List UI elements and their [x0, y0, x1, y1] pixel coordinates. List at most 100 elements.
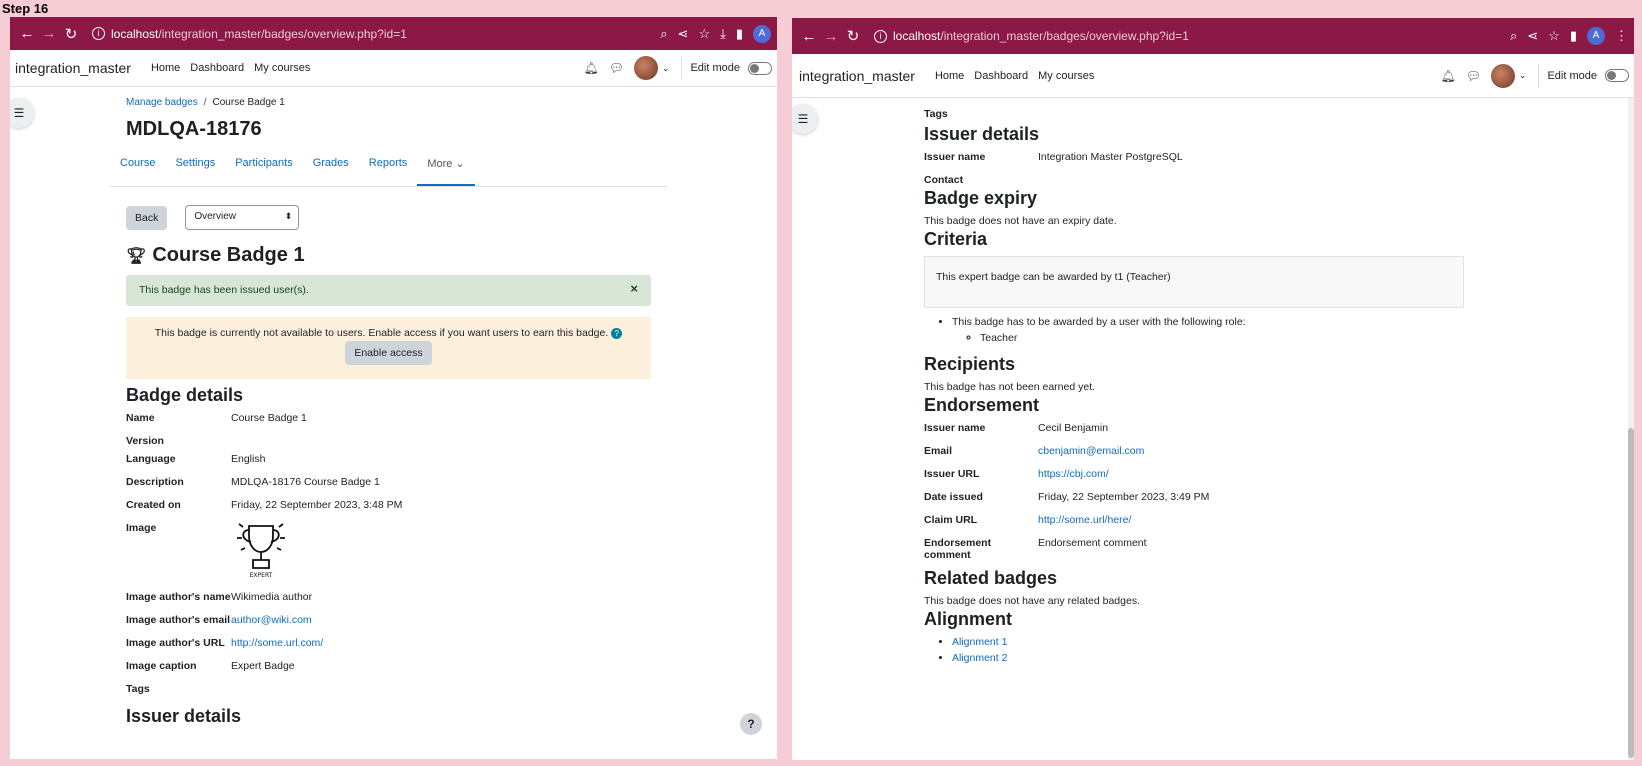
detail-link[interactable]: http://some.url.com/	[231, 637, 323, 649]
detail-link[interactable]: cbenjamin@email.com	[1038, 445, 1144, 457]
messages-icon[interactable]: 💬︎	[609, 61, 624, 75]
site-info-icon[interactable]: i	[874, 29, 887, 43]
detail-row-contact: Contact	[924, 174, 1494, 186]
detail-row-image: Image EXPERT	[126, 522, 651, 580]
share-icon[interactable]: ⋖	[678, 26, 689, 42]
nav-home[interactable]: Home	[151, 62, 180, 74]
reload-icon[interactable]: ↻	[60, 25, 82, 43]
tab-participants[interactable]: Participants	[225, 157, 302, 186]
help-button[interactable]: ?	[740, 713, 762, 735]
detail-value: Wikimedia author	[231, 591, 313, 603]
site-name[interactable]: integration_master	[15, 60, 131, 76]
bookmark-star-icon[interactable]: ☆	[698, 26, 710, 42]
badge-image: EXPERT	[237, 523, 285, 579]
alignment-heading: Alignment	[924, 609, 1012, 629]
chevron-down-icon[interactable]: ⌄	[662, 63, 670, 74]
forward-arrow-icon[interactable]: →	[820, 28, 842, 45]
back-arrow-icon[interactable]: ←	[798, 28, 820, 45]
enable-access-button[interactable]: Enable access	[345, 341, 432, 365]
notification-bell-icon[interactable]: 🔔︎	[1440, 69, 1455, 83]
download-icon[interactable]: ⤓	[720, 26, 726, 42]
expiry-text: This badge does not have an expiry date.	[924, 215, 1117, 227]
alignment-list: Alignment 1 Alignment 2	[924, 636, 1494, 664]
address-bar[interactable]: i localhost/integration_master/badges/ov…	[92, 27, 660, 41]
detail-row: Image author's email author@wiki.com	[126, 614, 651, 626]
forward-arrow-icon[interactable]: →	[38, 25, 60, 42]
breadcrumb-manage-badges[interactable]: Manage badges	[126, 97, 198, 108]
recipients-heading: Recipients	[924, 354, 1016, 374]
kebab-menu-icon[interactable]: ⋮	[1615, 28, 1628, 44]
detail-value: Friday, 22 September 2023, 3:48 PM	[231, 499, 403, 511]
detail-value: Integration Master PostgreSQL	[1038, 151, 1183, 163]
detail-key: Image author's URL	[126, 637, 225, 649]
detail-row: Endorsement comment Endorsement comment	[924, 537, 1494, 561]
messages-icon[interactable]: 💬︎	[1466, 69, 1481, 83]
reload-icon[interactable]: ↻	[842, 27, 864, 45]
list-icon: ☰	[13, 106, 25, 120]
course-tabs: Course Settings Participants Grades Repo…	[110, 157, 667, 187]
step-label: Step 16	[2, 1, 49, 16]
nav-my-courses[interactable]: My courses	[254, 62, 310, 74]
detail-key: Endorsement comment	[924, 537, 992, 561]
detail-row: Created on Friday, 22 September 2023, 3:4…	[126, 499, 651, 511]
detail-link[interactable]: https://cbj.com/	[1038, 468, 1109, 480]
course-index-drawer-toggle[interactable]: ☰	[10, 98, 34, 128]
user-avatar[interactable]	[633, 56, 658, 80]
image-details-list: Image author's name Wikimedia author Image…	[126, 591, 651, 672]
detail-link[interactable]: http://some.url/here/	[1038, 514, 1131, 526]
edit-mode-toggle[interactable]	[748, 61, 772, 75]
address-bar[interactable]: i localhost/integration_master/badges/ov…	[874, 29, 1510, 43]
breadcrumb: Manage badges / Course Badge 1	[126, 97, 285, 108]
back-arrow-icon[interactable]: ←	[16, 25, 38, 42]
help-icon[interactable]: ?	[611, 328, 623, 339]
nav-my-courses[interactable]: My courses	[1038, 70, 1094, 82]
tab-settings[interactable]: Settings	[165, 157, 225, 186]
endorsement-list: Issuer name Cecil Benjamin Email cbenjamin@…	[924, 422, 1494, 561]
chevron-down-icon[interactable]: ⌄	[1519, 70, 1527, 81]
detail-key: Issuer name	[924, 422, 986, 434]
profile-avatar[interactable]: A	[753, 24, 771, 43]
notification-bell-icon[interactable]: 🔔︎	[583, 61, 598, 75]
nav-dashboard[interactable]: Dashboard	[190, 62, 244, 74]
scrollbar-thumb[interactable]	[1628, 428, 1634, 758]
moodle-navbar: integration_master Home Dashboard My cou…	[10, 50, 777, 87]
zoom-icon[interactable]: ⌕	[1510, 28, 1517, 44]
nav-home[interactable]: Home	[935, 70, 964, 82]
edit-mode-label: Edit mode	[690, 62, 740, 74]
course-index-drawer-toggle[interactable]: ☰	[792, 104, 818, 134]
close-icon[interactable]: ×	[630, 282, 638, 297]
bookmark-star-icon[interactable]: ☆	[1548, 28, 1560, 44]
detail-key: Issuer name	[924, 151, 986, 163]
endorsement-heading: Endorsement	[924, 395, 1040, 415]
success-alert: This badge has been issued user(s). ×	[126, 275, 651, 306]
scrollbar[interactable]	[1628, 98, 1634, 760]
zoom-icon[interactable]: ⌕	[660, 26, 667, 42]
side-panel-icon[interactable]: ▮	[736, 26, 743, 42]
detail-value: Course Badge 1	[231, 412, 307, 424]
side-panel-icon[interactable]: ▮	[1570, 28, 1577, 44]
detail-row-issuer-name: Issuer name Integration Master PostgreSQ…	[924, 151, 1494, 163]
site-name[interactable]: integration_master	[799, 68, 915, 84]
browser-toolbar: ← → ↻ i localhost/integration_master/bad…	[10, 17, 777, 50]
alignment-link-1[interactable]: Alignment 1	[952, 636, 1007, 648]
tab-grades[interactable]: Grades	[303, 157, 359, 186]
edit-mode-label: Edit mode	[1547, 69, 1597, 82]
tab-more[interactable]: More ⌄	[417, 157, 475, 186]
detail-key: Image caption	[126, 660, 197, 672]
detail-value: MDLQA-18176 Course Badge 1	[231, 476, 380, 488]
back-button[interactable]: Back	[126, 205, 168, 230]
nav-dashboard[interactable]: Dashboard	[974, 70, 1028, 82]
tags-label: Tags	[126, 683, 150, 695]
detail-key: Issuer URL	[924, 468, 980, 480]
profile-avatar[interactable]: A	[1587, 27, 1605, 45]
user-avatar[interactable]	[1490, 63, 1515, 88]
share-icon[interactable]: ⋖	[1527, 28, 1538, 44]
badge-view-select[interactable]: Overview	[185, 205, 300, 230]
tab-reports[interactable]: Reports	[359, 157, 418, 186]
site-info-icon[interactable]: i	[92, 27, 105, 40]
url-path: /integration_master/badges/overview.php?…	[940, 29, 1189, 43]
tab-course[interactable]: Course	[110, 157, 165, 186]
edit-mode-toggle[interactable]	[1605, 69, 1629, 82]
alignment-link-2[interactable]: Alignment 2	[952, 652, 1007, 664]
detail-link[interactable]: author@wiki.com	[231, 614, 312, 626]
